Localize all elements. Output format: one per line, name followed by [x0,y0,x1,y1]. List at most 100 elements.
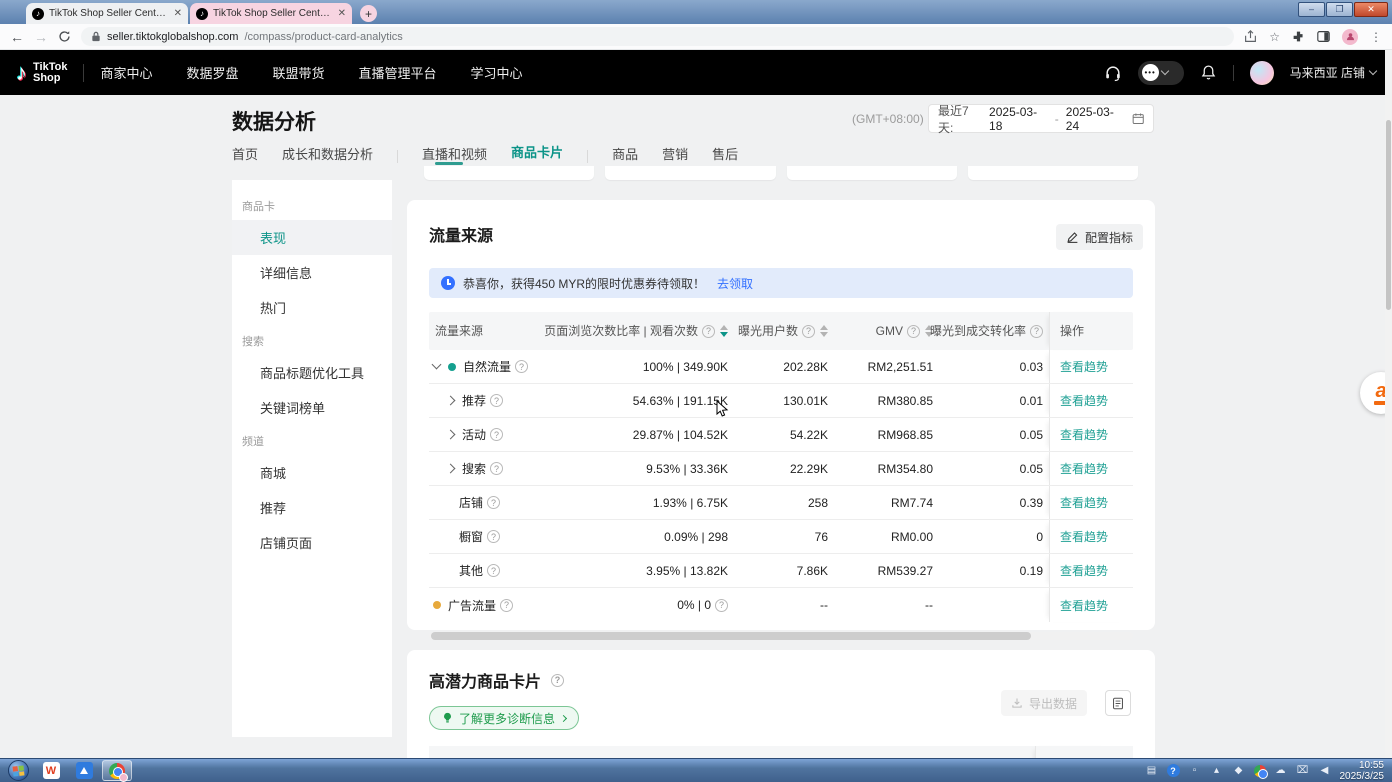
configure-metrics-button[interactable]: 配置指标 [1056,224,1143,250]
taskbar-chrome-icon[interactable] [102,760,132,781]
info-icon[interactable]: ? [490,394,503,407]
tray-show-hidden-icon[interactable]: ▴ [1210,765,1224,777]
tray-volume-icon[interactable]: ◀ [1318,765,1332,777]
tab-首页[interactable]: 首页 [232,144,258,169]
traffic-source-cell[interactable]: 广告流量? [429,593,569,618]
forward-icon[interactable]: → [34,30,48,44]
tab-close-icon[interactable]: ✕ [338,8,346,19]
traffic-source-cell[interactable]: 橱窗? [429,524,569,549]
view-trend-link[interactable]: 查看趋势 [1060,392,1108,409]
traffic-source-cell[interactable]: 自然流量? [429,354,569,379]
tray-device-icon[interactable]: ▤ [1145,765,1159,777]
share-icon[interactable] [1244,30,1257,43]
tab-售后[interactable]: 售后 [712,144,738,169]
tray-window-icon[interactable]: ▫ [1188,765,1202,777]
info-icon[interactable]: ? [702,325,715,338]
tray-network-icon[interactable]: ⌧ [1296,765,1310,777]
browser-tab-1[interactable]: ♪ TikTok Shop Seller Center | Cr ✕ [26,3,188,24]
sidebar-item-推荐[interactable]: 推荐 [232,490,392,525]
traffic-source-cell[interactable]: 店铺? [429,490,569,515]
traffic-source-cell[interactable]: 其他? [429,558,569,583]
sidebar-item-表现[interactable]: 表现 [232,220,392,255]
view-trend-link[interactable]: 查看趋势 [1060,562,1108,579]
traffic-source-cell[interactable]: 搜索? [429,456,569,481]
scrollbar-thumb[interactable] [1386,120,1391,310]
browser-menu-icon[interactable]: ⋮ [1370,30,1382,44]
view-trend-link[interactable]: 查看趋势 [1060,358,1108,375]
vertical-scrollbar[interactable] [1385,50,1392,758]
date-range-picker[interactable]: 最近7天: 2025-03-18 - 2025-03-24 [928,104,1154,133]
bell-icon[interactable] [1200,64,1217,81]
info-icon[interactable]: ? [802,325,815,338]
info-icon[interactable]: ? [487,496,500,509]
report-doc-button[interactable] [1105,690,1131,716]
back-icon[interactable]: ← [10,30,24,44]
sidebar-item-关键词榜单[interactable]: 关键词榜单 [232,390,392,425]
info-icon[interactable]: ? [490,462,503,475]
nav-item[interactable]: 数据罗盘 [186,63,238,82]
refresh-icon[interactable] [58,30,71,43]
profile-avatar[interactable] [1342,29,1358,45]
expand-caret-icon[interactable] [432,360,442,370]
close-button[interactable]: ✕ [1354,2,1388,17]
info-icon[interactable]: ? [907,325,920,338]
browser-tab-2[interactable]: ♪ TikTok Shop Seller Center | Cr ✕ [190,3,352,24]
tray-app-icon[interactable]: ◆ [1232,765,1246,777]
sidebar-item-店铺页面[interactable]: 店铺页面 [232,525,392,560]
tiktok-shop-logo[interactable]: ♪ TikTokShop [16,60,67,86]
nav-item[interactable]: 商家中心 [100,63,152,82]
start-button[interactable] [8,760,29,781]
tab-商品[interactable]: 商品 [612,144,638,169]
tab-成长和数据分析[interactable]: 成长和数据分析 [282,144,373,169]
expand-caret-icon[interactable] [446,396,456,406]
diagnosis-link-button[interactable]: 了解更多诊断信息 [429,706,579,730]
info-icon[interactable]: ? [551,674,564,687]
address-bar[interactable]: seller.tiktokglobalshop.com/compass/prod… [81,27,1234,46]
view-trend-link[interactable]: 查看趋势 [1060,494,1108,511]
info-icon[interactable]: ? [515,360,528,373]
tab-close-icon[interactable]: ✕ [174,8,182,19]
sidebar-item-热门[interactable]: 热门 [232,290,392,325]
nav-item[interactable]: 直播管理平台 [358,63,436,82]
expand-caret-icon[interactable] [446,430,456,440]
new-tab-button[interactable]: + [360,5,377,22]
tab-营销[interactable]: 营销 [662,144,688,169]
store-switcher[interactable]: 马来西亚 店铺 [1290,64,1376,81]
info-icon[interactable]: ? [490,428,503,441]
export-data-button[interactable]: 导出数据 [1001,690,1087,716]
store-avatar[interactable] [1250,61,1274,85]
taskbar-clock[interactable]: 10:55 2025/3/25 [1340,760,1389,782]
sort-icon[interactable] [820,325,828,337]
taskbar-docs-icon[interactable] [69,760,99,781]
info-icon[interactable]: ? [487,530,500,543]
info-icon[interactable]: ? [1030,325,1043,338]
sidebar-item-商品标题优化工具[interactable]: 商品标题优化工具 [232,355,392,390]
tray-cloud-icon[interactable]: ☁ [1274,765,1288,777]
sidebar-item-商城[interactable]: 商城 [232,455,392,490]
traffic-source-cell[interactable]: 推荐? [429,388,569,413]
scrollbar-thumb[interactable] [431,632,1031,640]
view-trend-link[interactable]: 查看趋势 [1060,528,1108,545]
bookmark-star-icon[interactable]: ☆ [1269,30,1280,44]
view-trend-link[interactable]: 查看趋势 [1060,460,1108,477]
extensions-icon[interactable] [1292,30,1305,43]
tray-chrome-icon[interactable] [1254,765,1266,777]
info-icon[interactable]: ? [500,599,513,612]
traffic-source-cell[interactable]: 活动? [429,422,569,447]
taskbar-wps-icon[interactable]: W [36,760,66,781]
side-panel-icon[interactable] [1317,30,1330,43]
info-icon[interactable]: ? [487,564,500,577]
view-trend-link[interactable]: 查看趋势 [1060,426,1108,443]
sidebar-item-详细信息[interactable]: 详细信息 [232,255,392,290]
nav-item[interactable]: 联盟带货 [272,63,324,82]
claim-coupon-link[interactable]: 去领取 [717,275,753,292]
chat-widget[interactable]: ••• [1138,61,1184,85]
headset-icon[interactable] [1104,64,1122,82]
nav-item[interactable]: 学习中心 [471,63,523,82]
tray-help-icon[interactable]: ? [1167,764,1180,777]
horizontal-scrollbar[interactable] [429,632,1133,640]
maximize-button[interactable]: ❐ [1326,2,1353,17]
minimize-button[interactable]: – [1298,2,1325,17]
view-trend-link[interactable]: 查看趋势 [1060,597,1108,614]
sort-icon[interactable] [720,325,728,337]
